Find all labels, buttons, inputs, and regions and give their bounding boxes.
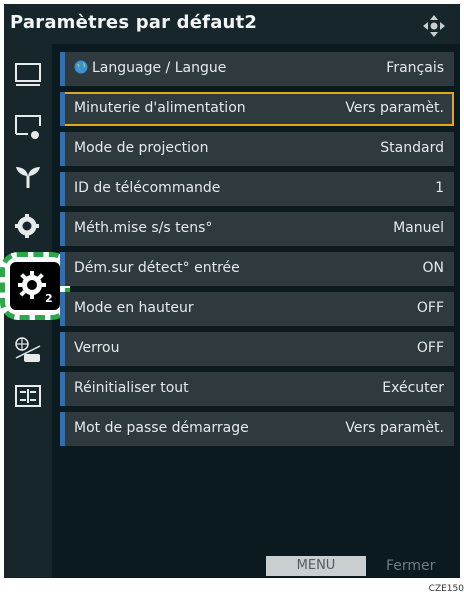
row-accent	[60, 412, 65, 446]
row-accent	[60, 292, 65, 326]
row-value: OFF	[416, 300, 444, 316]
list-item[interactable]: Language / Langue Français	[60, 52, 454, 86]
row-value: Exécuter	[382, 380, 444, 396]
row-value: Vers paramèt.	[345, 100, 444, 116]
list-item[interactable]: Mode de projection Standard	[60, 132, 454, 166]
gear-2-icon: 2	[18, 271, 53, 305]
row-label: ID de télécommande	[74, 180, 221, 196]
sidebar-item-display[interactable]	[4, 104, 52, 148]
list-item[interactable]: Réinitialiser tout Exécuter	[60, 372, 454, 406]
row-accent	[60, 52, 65, 86]
row-value: Vers paramèt.	[345, 420, 444, 436]
row-value: Français	[386, 60, 444, 76]
row-label: Mot de passe démarrage	[74, 420, 249, 436]
row-accent	[60, 372, 65, 406]
title-bar: Paramètres par défaut2	[4, 4, 460, 44]
row-label: Minuterie d'alimentation	[74, 100, 246, 116]
list-item[interactable]: Dém.sur détect° entrée ON	[60, 252, 454, 286]
row-label: Dém.sur détect° entrée	[74, 260, 240, 276]
monitor-icon	[15, 63, 41, 86]
network-usb-icon	[15, 337, 41, 362]
settings-list: Language / Langue Français Minuterie d'a…	[60, 52, 454, 452]
list-item[interactable]: Verrou OFF	[60, 332, 454, 366]
list-item[interactable]: ID de télécommande 1	[60, 172, 454, 206]
row-label: Mode de projection	[74, 140, 209, 156]
gear-badge: 2	[45, 292, 53, 305]
globe-icon	[74, 60, 88, 74]
row-value: 1	[435, 180, 444, 196]
row-label: Méth.mise s/s tens°	[74, 220, 213, 236]
row-accent	[60, 252, 65, 286]
row-value: Manuel	[393, 220, 444, 236]
navigation-arrows-icon	[423, 15, 445, 37]
row-accent	[60, 172, 65, 206]
sidebar-item-info[interactable]	[4, 374, 52, 418]
gear-icon	[15, 214, 39, 238]
list-item-selected[interactable]: Minuterie d'alimentation Vers paramèt.	[60, 92, 454, 126]
row-accent	[60, 212, 65, 246]
row-value: ON	[422, 260, 445, 276]
sidebar-item-eco[interactable]	[4, 154, 52, 198]
image-code: CZE150	[428, 584, 464, 594]
list-item[interactable]: Mode en hauteur OFF	[60, 292, 454, 326]
list-item[interactable]: Méth.mise s/s tens° Manuel	[60, 212, 454, 246]
row-accent	[60, 332, 65, 366]
info-panel-icon	[15, 385, 41, 407]
sidebar-item-image[interactable]	[4, 52, 52, 96]
sidebar-item-defaults1[interactable]	[4, 204, 52, 248]
row-label: Réinitialiser tout	[74, 380, 189, 396]
footer-bar: MENU Fermer	[4, 552, 460, 578]
row-accent	[60, 92, 65, 126]
row-label: Language / Langue	[74, 60, 226, 76]
sidebar-item-network[interactable]	[4, 332, 52, 376]
row-label: Verrou	[74, 340, 120, 356]
close-label: Fermer	[386, 558, 436, 574]
row-accent	[60, 132, 65, 166]
row-value: OFF	[416, 340, 444, 356]
row-value: Standard	[380, 140, 444, 156]
page-title: Paramètres par défaut2	[10, 12, 258, 33]
list-item[interactable]: Mot de passe démarrage Vers paramèt.	[60, 412, 454, 446]
eco-sprout-icon	[16, 167, 40, 188]
row-label: Mode en hauteur	[74, 300, 194, 316]
sidebar-item-defaults2[interactable]: 2	[10, 262, 60, 310]
display-settings-icon	[15, 115, 41, 139]
menu-button[interactable]: MENU	[266, 556, 366, 576]
